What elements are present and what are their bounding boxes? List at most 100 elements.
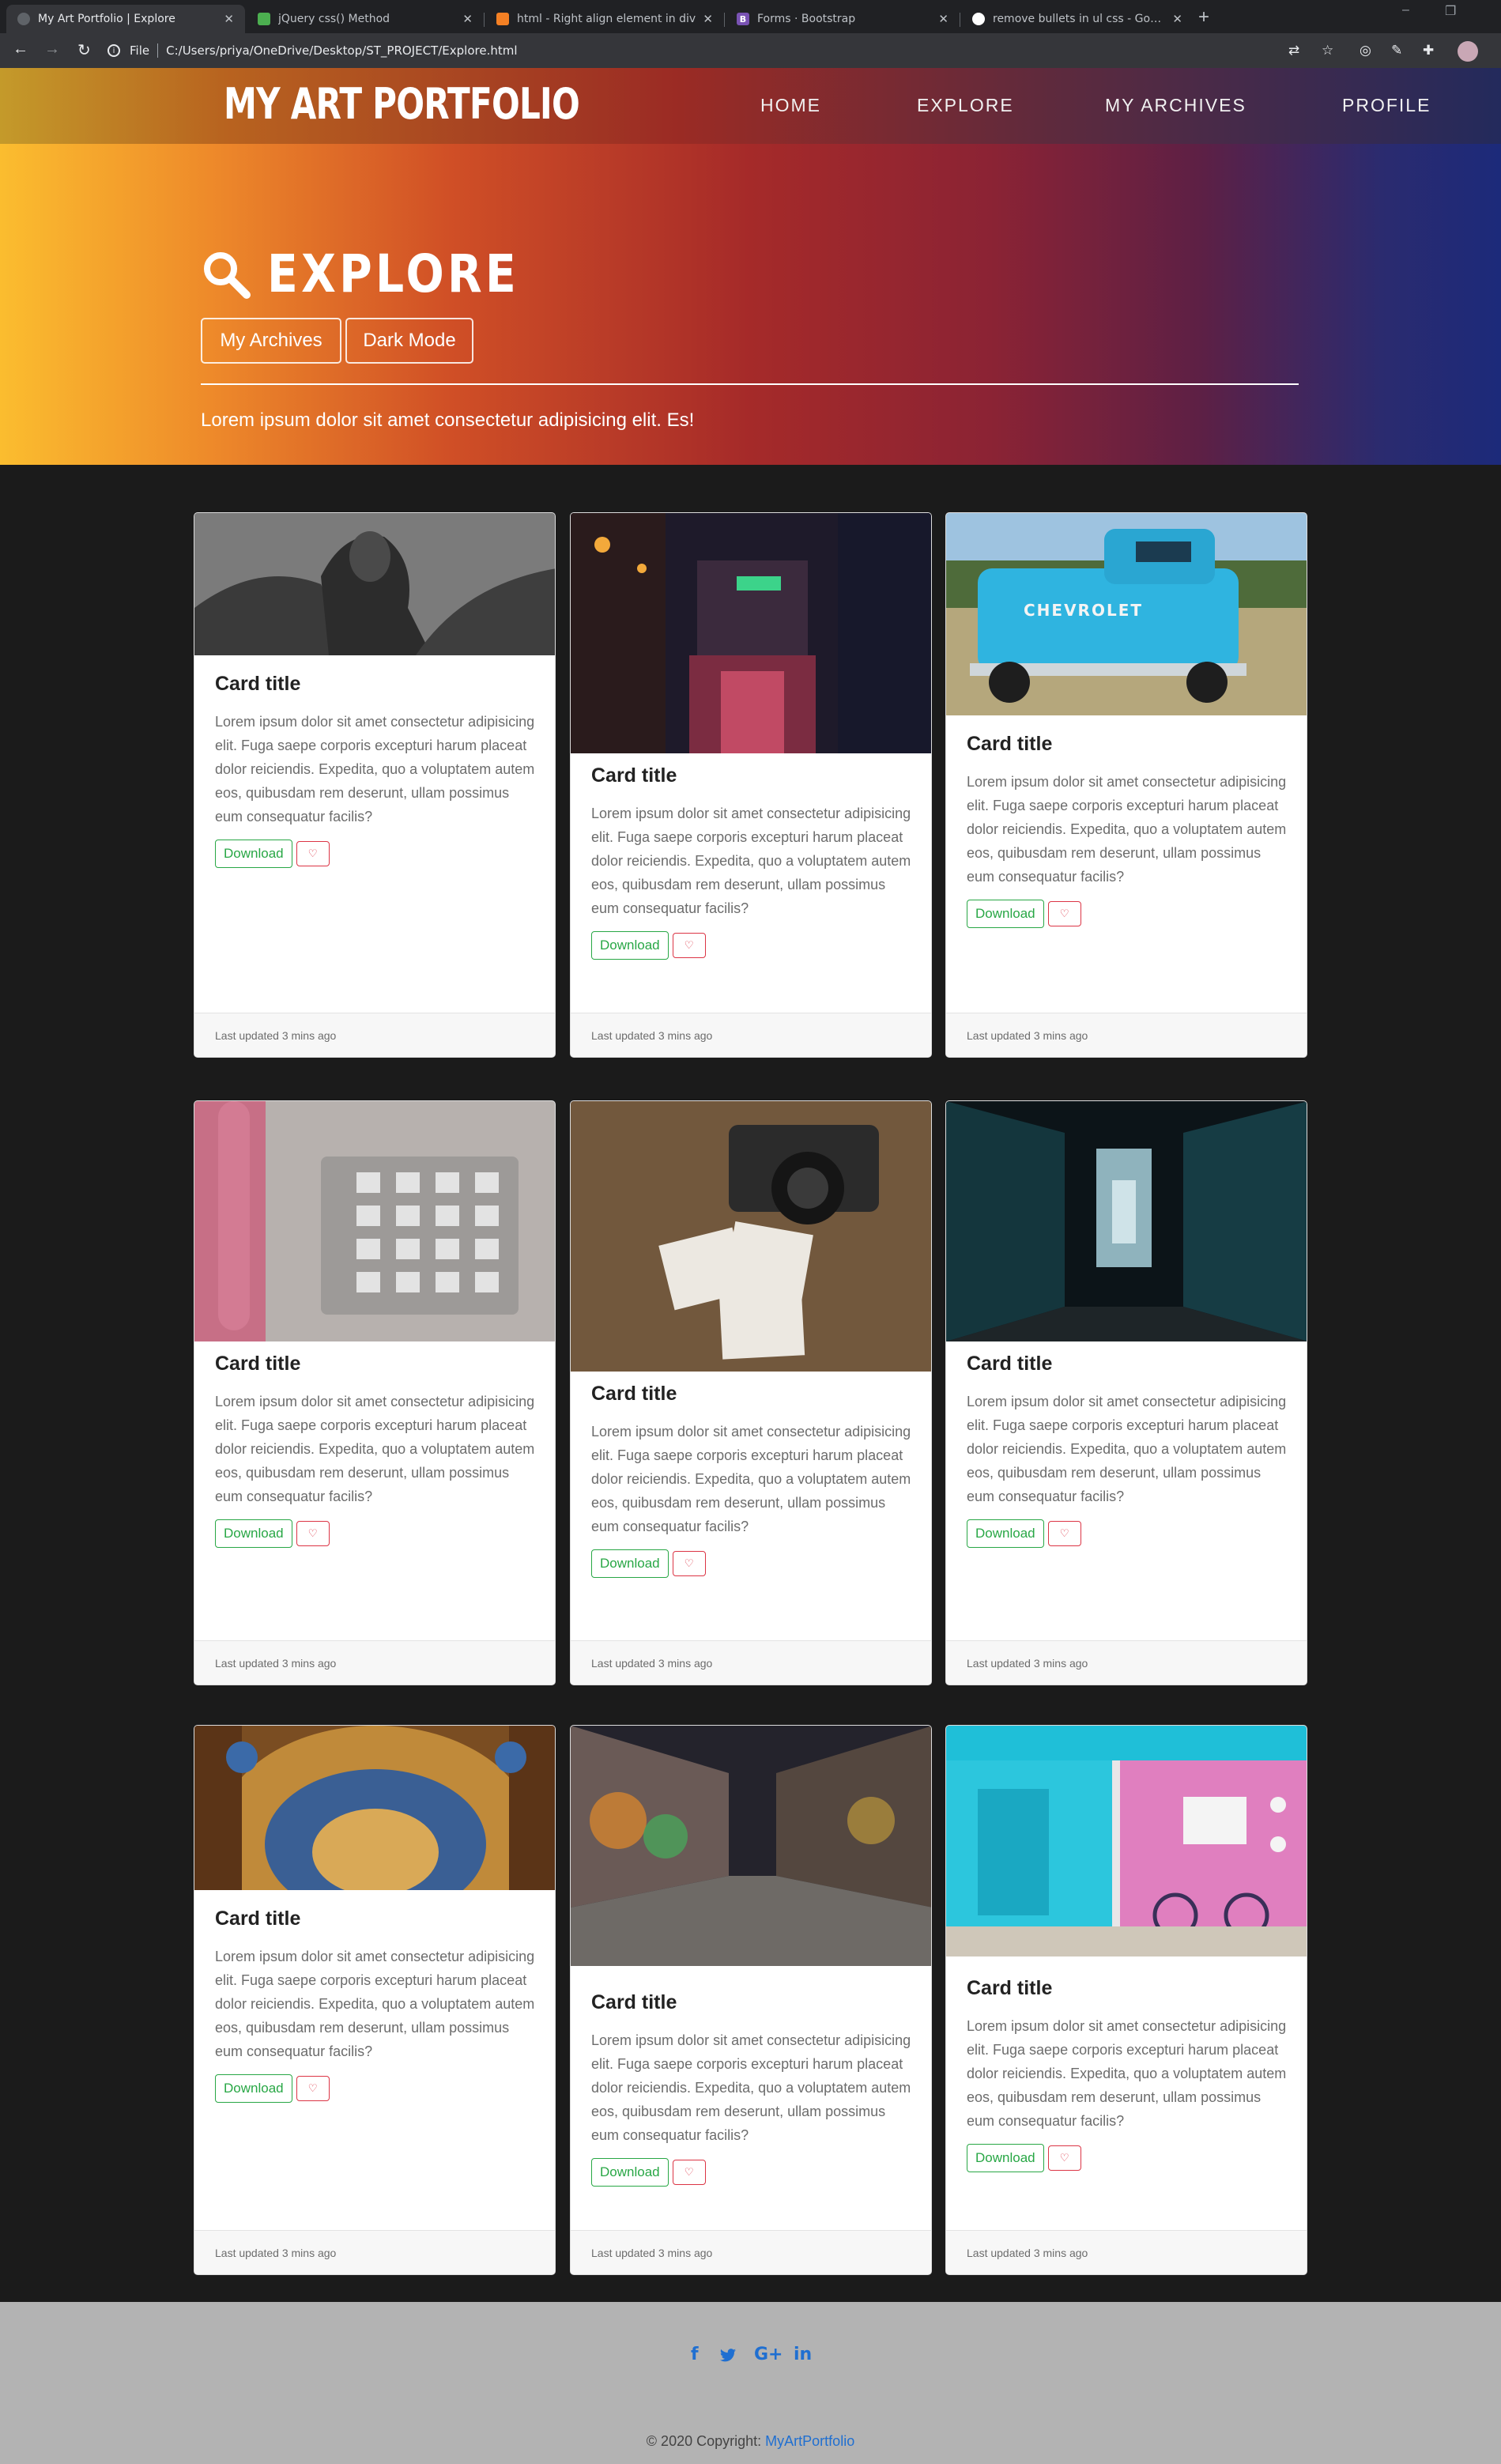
card-title: Card title — [591, 764, 677, 787]
close-icon[interactable]: ✕ — [462, 12, 473, 26]
card-image-camera-photos — [571, 1101, 931, 1372]
close-icon[interactable]: ✕ — [938, 12, 948, 26]
card-image-art — [946, 1101, 1307, 1341]
forward-icon[interactable]: → — [44, 40, 60, 58]
extension-icon[interactable]: ✎ — [1391, 43, 1402, 58]
card-title: Card title — [967, 1977, 1053, 1999]
like-button[interactable]: ♡ — [296, 2076, 330, 2101]
truck-lettering: CHEVROLET — [1024, 601, 1143, 620]
tab-label: remove bullets in ul css - Google — [993, 13, 1167, 25]
back-icon[interactable]: ← — [13, 40, 28, 58]
like-button[interactable]: ♡ — [296, 841, 330, 866]
like-button[interactable]: ♡ — [672, 1551, 706, 1576]
card-actions: Download ♡ — [215, 840, 539, 868]
card-image-beach-huts — [946, 1726, 1307, 1956]
minimize-icon[interactable]: – — [1402, 3, 1409, 17]
divider — [201, 383, 1299, 385]
info-icon[interactable]: i — [107, 44, 120, 57]
reload-icon[interactable]: ↻ — [77, 40, 91, 60]
bookmark-star-icon[interactable]: ☆ — [1322, 43, 1333, 58]
close-icon[interactable]: ✕ — [224, 12, 234, 26]
card: Card title Lorem ipsum dolor sit amet co… — [570, 1100, 932, 1685]
like-button[interactable]: ♡ — [1047, 2145, 1081, 2171]
like-button[interactable]: ♡ — [1047, 901, 1081, 926]
address-scheme: File — [130, 43, 150, 58]
download-button[interactable]: Download — [967, 1519, 1044, 1548]
heart-icon: ♡ — [307, 847, 318, 859]
card-body: Card title Lorem ipsum dolor sit amet co… — [967, 733, 1291, 928]
browser-tab[interactable]: jQuery css() Method ✕ — [247, 5, 484, 33]
nav-link-my-archives[interactable]: MY ARCHIVES — [1105, 95, 1246, 116]
facebook-icon[interactable]: f — [691, 2345, 699, 2364]
like-button[interactable]: ♡ — [1047, 1521, 1081, 1546]
download-button[interactable]: Download — [215, 2074, 292, 2103]
last-updated-text: Last updated 3 mins ago — [591, 2246, 713, 2259]
tab-label: Forms · Bootstrap — [757, 13, 856, 25]
card-body: Card title Lorem ipsum dolor sit amet co… — [591, 1991, 915, 2187]
close-icon[interactable]: ✕ — [1172, 12, 1182, 26]
download-button[interactable]: Download — [215, 1519, 292, 1548]
new-tab-icon[interactable]: + — [1198, 6, 1209, 28]
address-path: C:/Users/priya/OneDrive/Desktop/ST_PROJE… — [166, 43, 518, 58]
browser-tab[interactable]: html - Right align element in div ✕ — [485, 5, 724, 33]
card-text: Lorem ipsum dolor sit amet consectetur a… — [215, 1394, 535, 1504]
card-text: Lorem ipsum dolor sit amet consectetur a… — [967, 774, 1287, 885]
card: Card title Lorem ipsum dolor sit amet co… — [194, 1725, 556, 2275]
site-navbar: MY ART PORTFOLIO HOME EXPLORE MY ARCHIVE… — [0, 68, 1501, 144]
card-footer: Last updated 3 mins ago — [571, 1640, 931, 1685]
heart-icon: ♡ — [684, 1557, 694, 1569]
linkedin-icon[interactable]: in — [794, 2345, 812, 2364]
card-text: Lorem ipsum dolor sit amet consectetur a… — [591, 1424, 911, 1534]
card-body: Card title Lorem ipsum dolor sit amet co… — [591, 764, 915, 960]
extension-icon[interactable]: ◎ — [1360, 43, 1371, 58]
tab-label: html - Right align element in div — [517, 13, 696, 25]
download-button[interactable]: Download — [967, 900, 1044, 928]
like-button[interactable]: ♡ — [296, 1521, 330, 1546]
close-icon[interactable]: ✕ — [703, 12, 713, 26]
download-button[interactable]: Download — [591, 2158, 669, 2187]
translate-icon[interactable]: ⇄ — [1288, 43, 1299, 58]
puzzle-icon[interactable]: ✚ — [1423, 43, 1434, 58]
card: Card title Lorem ipsum dolor sit amet co… — [570, 512, 932, 1058]
card-image-blue-truck: CHEVROLET — [946, 513, 1307, 715]
browser-tab[interactable]: My Art Portfolio | Explore ✕ — [6, 5, 245, 33]
download-button[interactable]: Download — [591, 1549, 669, 1578]
last-updated-text: Last updated 3 mins ago — [215, 1028, 337, 1042]
avatar[interactable] — [1458, 41, 1478, 62]
nav-link-home[interactable]: HOME — [760, 95, 821, 116]
heart-icon: ♡ — [684, 939, 694, 951]
download-button[interactable]: Download — [967, 2144, 1044, 2172]
card-title: Card title — [591, 1991, 677, 2013]
download-button[interactable]: Download — [591, 931, 669, 960]
card-footer: Last updated 3 mins ago — [194, 2230, 555, 2274]
tab-separator — [724, 13, 725, 27]
page-title: EXPLORE — [201, 243, 560, 304]
dark-mode-button[interactable]: Dark Mode — [345, 318, 473, 364]
card: CHEVROLET Card title Lorem ipsum dolor s… — [945, 512, 1307, 1058]
card-image-art — [194, 513, 555, 655]
stackoverflow-icon — [496, 13, 509, 25]
card-actions: Download ♡ — [967, 900, 1291, 928]
download-button[interactable]: Download — [215, 840, 292, 868]
restore-icon[interactable]: ❐ — [1445, 3, 1456, 19]
copyright-link[interactable]: MyArtPortfolio — [765, 2433, 854, 2449]
like-button[interactable]: ♡ — [672, 2160, 706, 2185]
like-button[interactable]: ♡ — [672, 933, 706, 958]
card-actions: Download ♡ — [591, 2158, 915, 2187]
card-title: Card title — [967, 1353, 1053, 1375]
address-bar[interactable]: i File C:/Users/priya/OneDrive/Desktop/S… — [107, 39, 1293, 62]
nav-link-explore[interactable]: EXPLORE — [917, 95, 1014, 116]
google-plus-icon[interactable]: G+ — [754, 2345, 783, 2364]
card: Card title Lorem ipsum dolor sit amet co… — [945, 1725, 1307, 2275]
last-updated-text: Last updated 3 mins ago — [591, 1028, 713, 1042]
nav-link-profile[interactable]: PROFILE — [1342, 95, 1431, 116]
site-brand[interactable]: MY ART PORTFOLIO — [224, 79, 580, 129]
card-footer: Last updated 3 mins ago — [946, 1013, 1307, 1057]
card-image-neon-street — [571, 513, 931, 753]
twitter-icon[interactable] — [719, 2348, 737, 2364]
browser-tab[interactable]: B Forms · Bootstrap ✕ — [726, 5, 960, 33]
my-archives-button[interactable]: My Archives — [201, 318, 341, 364]
card-footer: Last updated 3 mins ago — [194, 1640, 555, 1685]
browser-tab[interactable]: remove bullets in ul css - Google ✕ — [961, 5, 1194, 33]
card: Card title Lorem ipsum dolor sit amet co… — [945, 1100, 1307, 1685]
